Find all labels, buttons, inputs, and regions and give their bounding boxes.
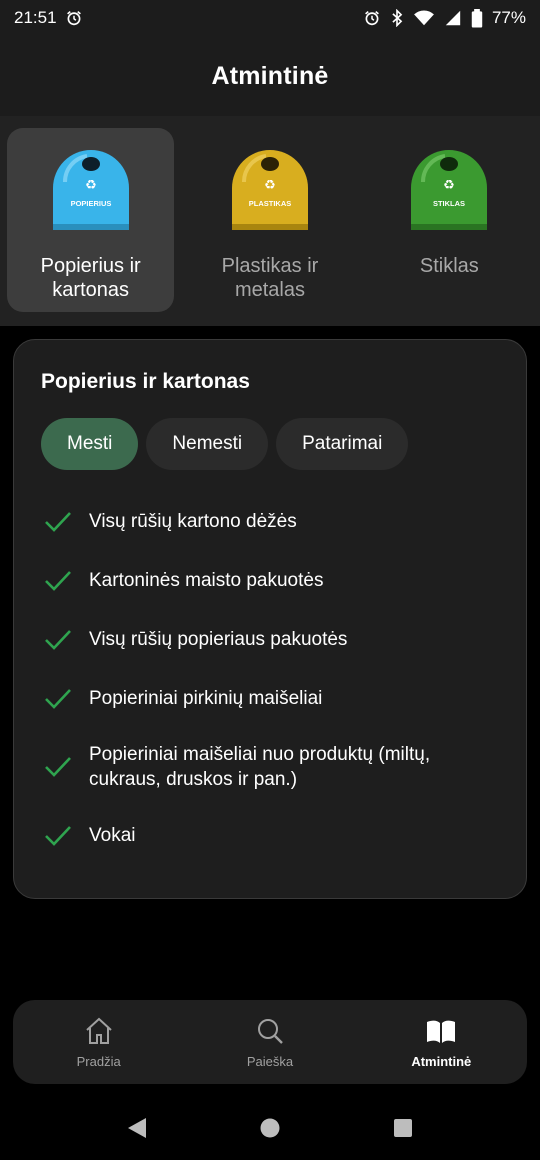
back-triangle-icon	[127, 1118, 146, 1138]
category-label: Plastikas ir metalas	[221, 255, 319, 301]
nav-label: Pradžia	[76, 1054, 121, 1069]
signal-icon	[444, 9, 462, 27]
item-text: Visų rūšių kartono dėžės	[89, 511, 297, 532]
item-text: Popieriniai pirkinių maišeliai	[89, 688, 323, 709]
list-item: Visų rūšių kartono dėžės	[41, 492, 499, 551]
list-item: Vokai	[41, 806, 499, 865]
filter-tabs: Mesti Nemesti Patarimai	[41, 418, 499, 470]
bin-label-paper: POPIERIUS	[70, 199, 111, 208]
plastic-bin-icon: ♻ PLASTIKAS	[231, 150, 308, 230]
svg-text:♻: ♻	[85, 178, 97, 193]
item-text: Kartoninės maisto pakuotės	[89, 570, 324, 591]
home-icon	[85, 1017, 112, 1044]
paper-bin-icon: ♻ POPIERIUS	[52, 150, 129, 230]
nav-label: Paieška	[246, 1054, 294, 1069]
check-icon	[45, 629, 71, 650]
glass-bin-icon: ♻ STIKLAS	[411, 150, 488, 230]
check-icon	[45, 688, 71, 709]
item-list: Visų rūšių kartono dėžės Kartoninės mais…	[41, 492, 499, 865]
book-icon	[427, 1020, 456, 1043]
category-label: Popierius ir kartonas	[40, 255, 141, 301]
nav-label: Atmintinė	[411, 1054, 472, 1069]
info-card: Popierius ir kartonas Mesti Nemesti Pata…	[13, 339, 527, 899]
card-title: Popierius ir kartonas	[41, 370, 250, 393]
alarm-icon	[65, 9, 83, 27]
category-label: Stiklas	[419, 255, 479, 277]
tab-nemesti[interactable]: Nemesti	[146, 418, 269, 470]
list-item: Visų rūšių popieriaus pakuotės	[41, 610, 499, 669]
category-plastic[interactable]: ♻ PLASTIKAS Plastikas ir metalas	[186, 128, 353, 312]
nav-item-search[interactable]: Paieška	[184, 1000, 355, 1084]
recents-square-icon	[394, 1119, 413, 1137]
wifi-icon	[413, 9, 435, 27]
alarm-icon	[363, 9, 381, 27]
nav-item-memo[interactable]: Atmintinė	[356, 1000, 527, 1084]
back-button[interactable]	[124, 1115, 150, 1141]
recents-button[interactable]	[390, 1115, 416, 1141]
bin-label-plastic: PLASTIKAS	[249, 199, 292, 208]
battery-percent: 77%	[491, 8, 526, 27]
svg-text:♻: ♻	[264, 178, 276, 193]
bottom-navigation: Pradžia Paieška Atmintinė	[13, 1000, 527, 1084]
item-text: Popieriniai maišeliai nuo produktų (milt…	[89, 744, 431, 790]
page-title: Atmintinė	[211, 61, 329, 90]
category-selector: ♻ POPIERIUS Popierius ir kartonas ♻ PLAS…	[0, 116, 540, 326]
nav-item-home[interactable]: Pradžia	[13, 1000, 184, 1084]
battery-icon	[471, 8, 483, 28]
system-navigation-bar	[0, 1096, 540, 1160]
bluetooth-icon	[390, 9, 404, 27]
check-icon	[45, 825, 71, 846]
svg-text:♻: ♻	[443, 178, 455, 193]
status-bar: 21:51 77%	[0, 0, 540, 36]
category-paper[interactable]: ♻ POPIERIUS Popierius ir kartonas	[7, 128, 175, 312]
search-icon	[257, 1019, 283, 1044]
home-button[interactable]	[257, 1115, 283, 1141]
list-item: Popieriniai maišeliai nuo produktų (milt…	[41, 728, 499, 806]
app-header: Atmintinė	[0, 36, 540, 116]
list-item: Kartoninės maisto pakuotės	[41, 551, 499, 610]
status-time: 21:51	[14, 8, 57, 27]
tab-patarimai[interactable]: Patarimai	[276, 418, 409, 470]
check-icon	[45, 757, 71, 777]
bin-label-glass: STIKLAS	[433, 199, 465, 208]
category-glass[interactable]: ♻ STIKLAS Stiklas	[366, 128, 533, 312]
item-text: Vokai	[89, 825, 136, 846]
home-circle-icon	[260, 1118, 280, 1138]
item-text: Visų rūšių popieriaus pakuotės	[89, 629, 348, 650]
check-icon	[45, 570, 71, 591]
tab-mesti[interactable]: Mesti	[41, 418, 139, 470]
check-icon	[45, 511, 71, 532]
list-item: Popieriniai pirkinių maišeliai	[41, 669, 499, 728]
